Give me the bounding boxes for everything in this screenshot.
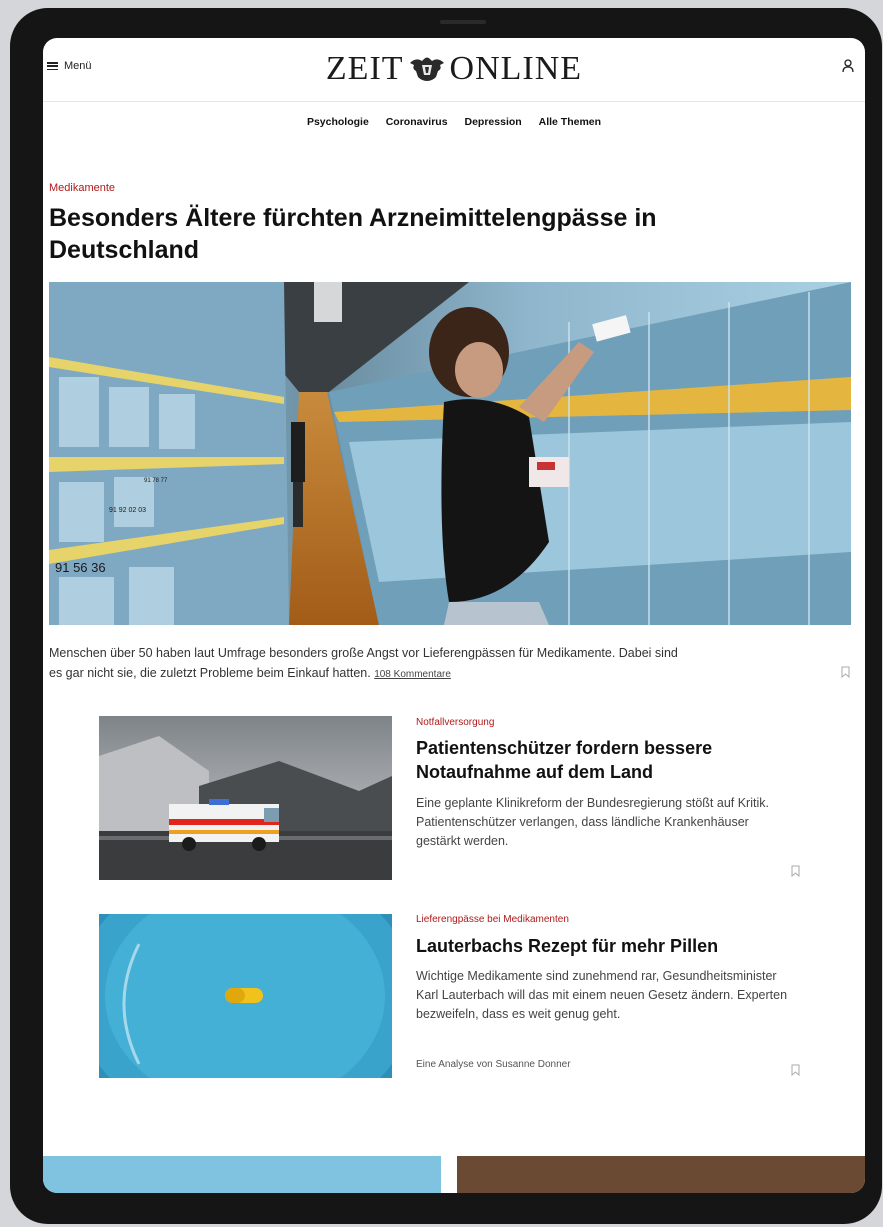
teaser-summary-1: Eine geplante Klinikreform der Bundesreg… — [416, 796, 769, 848]
bookmark-icon[interactable] — [791, 865, 800, 877]
pill-on-plate-photo — [99, 914, 392, 1078]
shelf-label: 91 78 77 — [144, 478, 168, 484]
shelf-label: 91 56 36 — [55, 560, 106, 575]
next-teaser-image-right[interactable] — [457, 1156, 865, 1193]
nav-item-coronavirus[interactable]: Coronavirus — [386, 116, 448, 128]
eagle-emblem-icon — [409, 57, 444, 81]
comments-link[interactable]: 108 Kommentare — [374, 669, 451, 680]
teaser-kicker-2[interactable]: Lieferengpässe bei Medikamenten — [416, 914, 569, 925]
teaser-summary-2: Wichtige Medikamente sind zunehmend rar,… — [416, 969, 788, 1021]
site-logo[interactable]: ZEIT ONLINE — [43, 50, 865, 88]
bookmark-icon[interactable] — [841, 666, 850, 678]
ambulance-photo — [99, 716, 392, 880]
pharmacy-warehouse-photo: 91 56 36 91 92 02 03 91 78 77 — [49, 282, 851, 625]
next-teaser-image-left[interactable] — [43, 1156, 441, 1193]
nav-item-psychologie[interactable]: Psychologie — [307, 116, 369, 128]
logo-text-right: ONLINE — [449, 50, 583, 87]
lead-summary-text: Menschen über 50 haben laut Umfrage beso… — [49, 646, 678, 680]
teaser-author-2: Eine Analyse von Susanne Donner — [416, 1059, 571, 1070]
teaser-kicker-1[interactable]: Notfallversorgung — [416, 717, 494, 728]
browser-screen: Menü ZEIT ONLINE Psychologie Coronavirus… — [43, 38, 865, 1193]
teaser-image-ambulance[interactable] — [99, 716, 392, 880]
teaser-image-pill[interactable] — [99, 914, 392, 1078]
shelf-label: 91 92 02 03 — [109, 507, 146, 514]
camera-bar — [440, 20, 486, 24]
site-header: Menü ZEIT ONLINE — [43, 38, 865, 102]
logo-text-left: ZEIT — [325, 50, 404, 87]
lead-image[interactable]: 91 56 36 91 92 02 03 91 78 77 — [49, 282, 851, 625]
nav-item-alle-themen[interactable]: Alle Themen — [539, 116, 601, 128]
lead-kicker[interactable]: Medikamente — [49, 182, 115, 194]
teaser-headline-1[interactable]: Patientenschützer fordern bessere Notauf… — [416, 736, 796, 784]
lead-summary: Menschen über 50 haben laut Umfrage beso… — [49, 643, 689, 685]
teaser-headline-2[interactable]: Lauterbachs Rezept für mehr Pillen — [416, 934, 796, 958]
nav-item-depression[interactable]: Depression — [465, 116, 522, 128]
user-icon[interactable] — [841, 58, 855, 74]
topic-nav: Psychologie Coronavirus Depression Alle … — [43, 116, 865, 128]
lead-headline[interactable]: Besonders Ältere fürchten Arzneimittelen… — [49, 202, 809, 266]
bookmark-icon[interactable] — [791, 1064, 800, 1076]
